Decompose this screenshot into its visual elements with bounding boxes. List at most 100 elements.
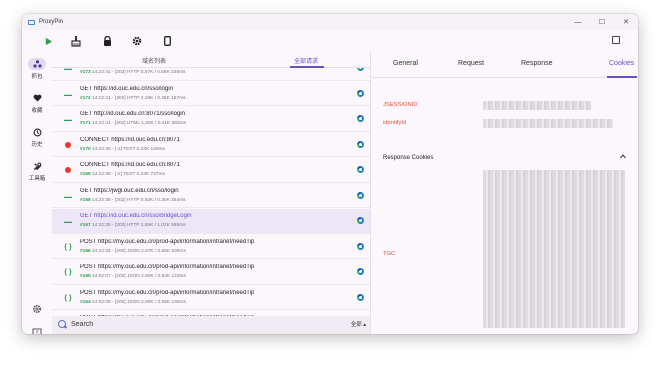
- request-info: 14:22:39 - [-2] TEXT 0.23K 737ms: [92, 172, 165, 177]
- browser-edge-icon: [357, 166, 364, 173]
- request-info: 14:22:41 - [302] HTTP 0.57K / 0.56K 235m…: [92, 70, 186, 75]
- request-meta: #166 14:22:34 - [200] JSON 2.67K / 0.55K…: [80, 249, 186, 254]
- tab-response[interactable]: Response: [521, 60, 553, 67]
- request-number: #169: [80, 172, 91, 177]
- sidebar-item-history[interactable]: 历史: [22, 126, 52, 148]
- request-url: POST https://my.ouc.edu.cn/prod-api/info…: [80, 264, 255, 270]
- heart-icon: [28, 92, 46, 104]
- tab-request[interactable]: Request: [458, 60, 484, 67]
- get-method-icon: ▬▬: [64, 91, 72, 97]
- request-row[interactable]: { } POST https://my.ouc.edu.cn/prod-api/i…: [52, 235, 370, 259]
- browser-edge-icon: [357, 140, 364, 148]
- request-number: #165: [80, 274, 91, 279]
- request-info: 14:22:34 - [200] JSON 2.67K / 0.55K 639m…: [92, 248, 186, 254]
- list-tabs: 域名列表 全部请求: [52, 52, 370, 68]
- gear-icon[interactable]: [130, 34, 144, 48]
- browser-edge-icon: [357, 191, 364, 199]
- play-icon[interactable]: [41, 34, 55, 48]
- request-row[interactable]: { } POST https://my.ouc.edu.cn/prod-api/i…: [52, 260, 370, 285]
- request-info: 14:02:05 - [200] JSON 2.60K / 0.55K 135m…: [92, 299, 186, 305]
- search-bar: 全部 ▴: [52, 316, 370, 334]
- lock-icon[interactable]: [100, 34, 114, 48]
- tools-icon: [28, 160, 46, 172]
- request-meta: #173 14:22:41 - [302] HTTP 0.57K / 0.56K…: [80, 70, 186, 75]
- request-meta: #171 14:22:41 - [302] HTML 1.30K / 0.41K…: [80, 121, 186, 126]
- tab-cookies[interactable]: Cookies: [609, 60, 634, 67]
- sidebar-item-label: 收藏: [31, 108, 43, 114]
- browser-edge-icon: [357, 89, 364, 97]
- request-url: POST https://my.ouc.edu.cn/prod-api/info…: [80, 238, 255, 245]
- app-logo-icon: [28, 19, 35, 25]
- maximize-button[interactable]: ☐: [590, 14, 614, 30]
- request-meta: #167 14:22:35 - [302] HTTP 1.55K / 1.02K…: [80, 223, 186, 228]
- request-number: #173: [80, 70, 91, 75]
- request-meta: #164 14:02:05 - [200] JSON 2.60K / 0.55K…: [80, 300, 186, 305]
- app-window: ProxyPin — ☐ ✕ 抓包 收藏 历史 工具箱 域名列表 全部请求 ▬▬…: [22, 14, 638, 334]
- request-list: ▬▬ #173 14:22:41 - [302] HTTP 0.57K / 0.5…: [52, 68, 370, 316]
- request-meta: #168 14:22:35 - [302] HTTP 0.52K / 0.30K…: [80, 198, 186, 203]
- request-info: 14:22:35 - [302] HTTP 0.52K / 0.30K 354m…: [92, 197, 186, 203]
- request-row[interactable]: ▬▬ GET https://jwgl.ouc.edu.cn/sso/login #…: [52, 184, 370, 208]
- toolbar: [22, 30, 638, 52]
- redacted-value: [483, 119, 613, 128]
- request-meta: #165 14:02:07 - [200] JSON 2.60K / 0.53K…: [80, 274, 186, 279]
- sidebar-item-toolbox[interactable]: 工具箱: [22, 160, 52, 182]
- window-controls: — ☐ ✕: [566, 14, 638, 30]
- request-meta: #170 14:22:40 - [-2] TEXT 0.23K 149ms: [80, 147, 165, 152]
- app-title: ProxyPin: [39, 19, 64, 25]
- phone-icon[interactable]: [160, 34, 174, 48]
- sidebar-item-label: 工具箱: [28, 176, 46, 182]
- browser-edge-icon: [357, 268, 364, 275]
- request-row[interactable]: CONNECT https://id.ouc.edu.cn:8071 #169 1…: [52, 158, 370, 183]
- request-url: GET http://id.ouc.edu.cn:8071/sso/login: [80, 111, 185, 117]
- filter-select[interactable]: 全部 ▴: [351, 320, 366, 328]
- request-number: #167: [80, 223, 91, 228]
- get-method-icon: ▬▬: [64, 193, 72, 199]
- tab-domain-list[interactable]: 域名列表: [142, 56, 166, 65]
- search-input[interactable]: [71, 319, 321, 330]
- request-row[interactable]: { } POST https://my.ouc.edu.cn/prod-api/i…: [52, 286, 370, 310]
- detail-tabs: General Request Response Cookies: [371, 52, 638, 78]
- detail-panel: General Request Response Cookies JSESSIO…: [371, 52, 638, 334]
- chevron-up-icon[interactable]: [620, 154, 626, 160]
- request-row[interactable]: CONNECT https://id.ouc.edu.cn:8071 #170 1…: [52, 133, 370, 157]
- request-row[interactable]: ▬▬ GET https://id.ouc.edu.cn/sso/bridgeLo…: [52, 209, 370, 234]
- sidebar-item-capture[interactable]: 抓包: [22, 58, 52, 80]
- sidebar-item-label: 历史: [31, 142, 43, 148]
- get-method-icon: ▬▬: [64, 68, 72, 71]
- request-meta: #169 14:22:39 - [-2] TEXT 0.23K 737ms: [80, 172, 165, 177]
- request-number: #166: [80, 248, 91, 254]
- request-info: 14:22:41 - [302] HTTP 2.18K / 0.36K 167m…: [92, 95, 186, 101]
- title-bar: ProxyPin — ☐ ✕: [22, 14, 638, 30]
- request-number: #164: [80, 299, 91, 305]
- request-url: GET https://id.ouc.edu.cn/sso/login: [80, 85, 173, 92]
- browser-edge-icon: [357, 293, 364, 301]
- request-url: GET https://jwgl.ouc.edu.cn/sso/login: [80, 187, 179, 194]
- tab-all-requests[interactable]: 全部请求: [294, 56, 318, 65]
- browser-edge-icon: [357, 68, 364, 71]
- feedback-icon[interactable]: [22, 328, 52, 334]
- browser-edge-icon: [357, 242, 364, 250]
- settings-icon[interactable]: [22, 304, 52, 314]
- request-url: CONNECT https://id.ouc.edu.cn:8071: [80, 162, 180, 168]
- request-meta: #172 14:22:41 - [302] HTTP 2.18K / 0.36K…: [80, 96, 186, 101]
- sidebar-item-label: 抓包: [31, 74, 43, 80]
- connect-method-icon: [65, 167, 71, 173]
- request-row[interactable]: ▬▬ #173 14:22:41 - [302] HTTP 0.57K / 0.5…: [52, 68, 370, 81]
- minimize-button[interactable]: —: [566, 14, 590, 30]
- cookie-name-jsessionid: JSESSIONID: [383, 102, 418, 108]
- layout-icon[interactable]: [612, 36, 620, 44]
- sidebar-item-favorites[interactable]: 收藏: [22, 92, 52, 114]
- post-method-icon: { }: [64, 243, 72, 251]
- get-method-icon: ▬▬: [64, 117, 72, 122]
- redacted-value: [483, 170, 625, 328]
- broom-icon[interactable]: [69, 34, 83, 48]
- request-row[interactable]: ▬▬ GET http://id.ouc.edu.cn:8071/sso/logi…: [52, 107, 370, 132]
- response-cookies-title: Response Cookies: [383, 155, 434, 161]
- request-row[interactable]: ▬▬ GET https://id.ouc.edu.cn/sso/login #17…: [52, 82, 370, 106]
- post-method-icon: { }: [64, 269, 72, 276]
- post-method-icon: { }: [64, 294, 72, 302]
- tab-general[interactable]: General: [393, 60, 418, 67]
- close-button[interactable]: ✕: [614, 14, 638, 30]
- request-info: 14:22:40 - [-2] TEXT 0.23K 149ms: [92, 146, 165, 152]
